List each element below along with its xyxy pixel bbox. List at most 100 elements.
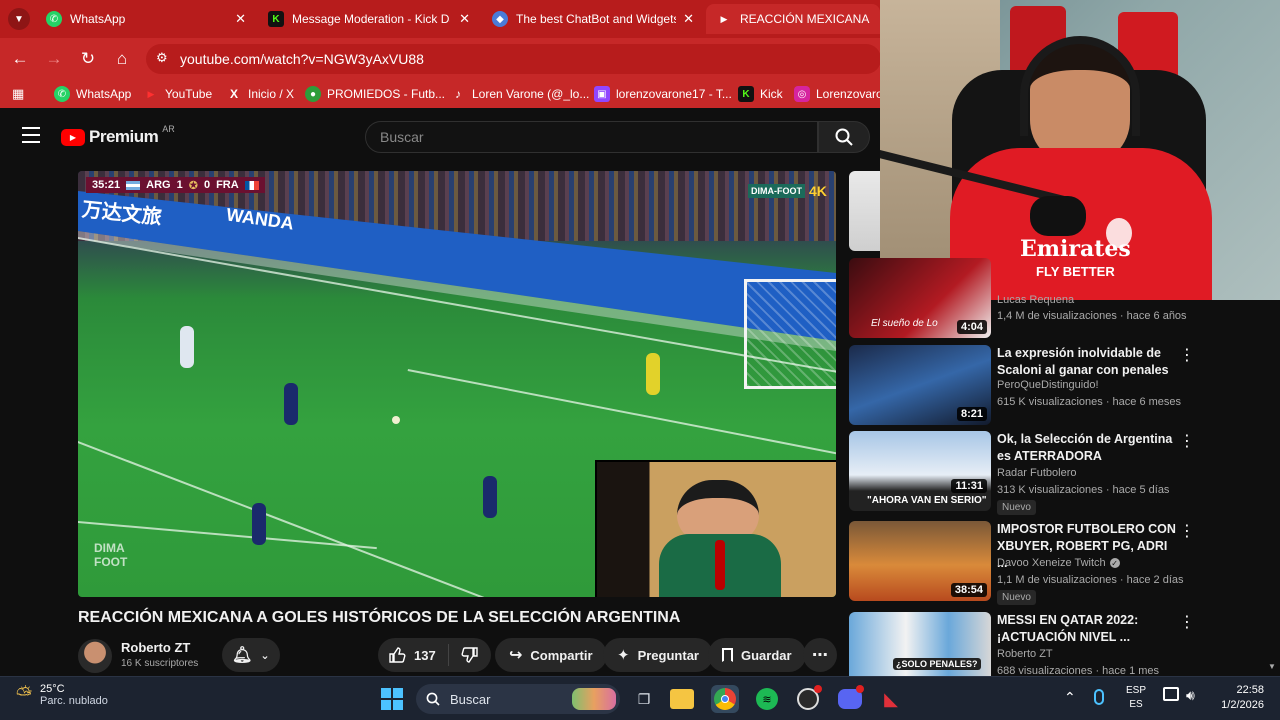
scroll-down-arrow-icon[interactable]: ▼	[1268, 662, 1276, 671]
search-button[interactable]	[818, 121, 870, 153]
video-thumbnail[interactable]: 8:21	[849, 345, 991, 425]
address-bar[interactable]: ⚙ youtube.com/watch?v=NGW3yAxVU88	[146, 44, 881, 74]
chrome-icon[interactable]	[711, 685, 739, 713]
chevron-up-icon[interactable]: ⌃	[1064, 689, 1076, 706]
video-title[interactable]: Ok, la Selección de Argentina es ATERRAD…	[997, 431, 1177, 465]
reactor-person	[677, 480, 759, 542]
close-icon[interactable]: ✕	[683, 11, 694, 27]
file-explorer-icon[interactable]	[670, 689, 694, 709]
channel-name[interactable]: Lucas Requena	[997, 294, 1074, 306]
more-actions-button[interactable]: ⋯	[803, 638, 837, 672]
more-options-icon[interactable]: ⋮	[1179, 431, 1195, 451]
recommendation-item[interactable]: El sueño de Lo 4:04 Lucas Requena 1,4 M …	[849, 258, 1269, 340]
home-icon[interactable]: ⌂	[110, 47, 134, 71]
recommendation-item[interactable]: 38:54 IMPOSTOR FUTBOLERO CON XBUYER, ROB…	[849, 521, 1269, 605]
obs-icon[interactable]	[794, 685, 822, 713]
channel-name[interactable]: Roberto ZT	[121, 640, 190, 655]
channel-name[interactable]: Davoo Xeneize Twitch ✓	[997, 557, 1120, 569]
recommendation-partial-thumb[interactable]	[849, 171, 880, 251]
bookmark-label: PROMIEDOS - Futb...	[327, 87, 446, 101]
more-options-icon[interactable]: ⋮	[1179, 521, 1195, 541]
taskbar-search[interactable]: Buscar	[416, 684, 620, 714]
tab-search-dropdown-icon[interactable]: ▼	[8, 8, 30, 30]
home-team: ARG	[146, 179, 171, 191]
video-title[interactable]: MESSI EN QATAR 2022: ¡ACTUACIÓN NIVEL ..…	[997, 612, 1177, 646]
task-view-icon[interactable]: ❐	[630, 685, 658, 713]
video-thumbnail[interactable]: "AHORA VAN EN SERIO" 11:31	[849, 431, 991, 511]
video-thumbnail[interactable]: El sueño de Lo 4:04	[849, 258, 991, 338]
video-thumbnail[interactable]: ¿SOLO PENALES?	[849, 612, 991, 676]
player-france	[252, 503, 266, 545]
bookmark-twitch[interactable]: ▣ lorenzovarone17 - T...	[594, 86, 732, 102]
language-indicator[interactable]: ESP ES	[1126, 684, 1146, 712]
close-icon[interactable]: ✕	[459, 11, 470, 27]
x-icon: X	[229, 87, 238, 101]
recommendation-item[interactable]: ¿SOLO PENALES? MESSI EN QATAR 2022: ¡ACT…	[849, 612, 1269, 676]
youtube-header: ▶ Premium AR Buscar	[0, 114, 880, 160]
channel-mark-text: DIMA-FOOT	[748, 184, 805, 198]
video-duration: 11:31	[951, 479, 987, 493]
like-button[interactable]: 137	[378, 644, 449, 666]
site-settings-icon[interactable]: ⚙	[156, 50, 168, 66]
tab-label: REACCIÓN MEXICANA A GO	[740, 12, 870, 26]
app-icon[interactable]: ◣	[877, 685, 905, 713]
video-title: REACCIÓN MEXICANA A GOLES HISTÓRICOS DE …	[78, 609, 681, 626]
video-meta: 688 visualizaciones · hace 1 mes	[997, 665, 1160, 676]
dislike-button[interactable]	[449, 646, 491, 664]
channel-name[interactable]: Roberto ZT	[997, 648, 1053, 660]
tab-kick-moderation[interactable]: K Message Moderation - Kick Da ✕	[258, 4, 478, 34]
tab-youtube-active[interactable]: ▶ REACCIÓN MEXICANA A GO	[706, 4, 880, 34]
player-goalkeeper	[646, 353, 660, 395]
tab-whatsapp[interactable]: ✆ WhatsApp ✕	[36, 4, 254, 34]
youtube-premium-logo[interactable]: ▶ Premium AR	[61, 124, 175, 147]
reload-icon[interactable]: ↻	[76, 47, 100, 71]
microphone-tray-icon[interactable]	[1094, 689, 1104, 705]
bookmark-kick[interactable]: K Kick	[738, 86, 783, 102]
notifications-button[interactable]: 🔔︎ ⌄	[222, 638, 280, 672]
hamburger-menu-icon[interactable]	[22, 127, 40, 143]
bookmark-x[interactable]: X Inicio / X	[226, 86, 294, 102]
more-options-icon[interactable]: ⋮	[1179, 612, 1195, 632]
close-icon[interactable]: ✕	[235, 11, 246, 27]
clock[interactable]: 22:58 1/2/2026	[1214, 683, 1264, 713]
channel-name[interactable]: Radar Futbolero	[997, 467, 1077, 479]
windows-start-icon[interactable]	[378, 685, 406, 713]
bookmark-promiedos[interactable]: ● PROMIEDOS - Futb...	[305, 86, 445, 102]
forward-arrow-icon[interactable]: →	[42, 47, 66, 71]
video-meta: 1,1 M de visualizaciones · hace 2 días	[997, 574, 1184, 586]
network-icon[interactable]	[1163, 687, 1179, 701]
discord-icon[interactable]	[836, 685, 864, 713]
save-button[interactable]: Guardar	[708, 638, 806, 672]
tab-chatbot[interactable]: ◆ The best ChatBot and Widgets ✕	[482, 4, 702, 34]
bookmark-instagram[interactable]: ◎ Lorenzovaron	[794, 86, 889, 102]
volume-icon[interactable]: 🔊︎	[1186, 687, 1195, 704]
video-duration: 38:54	[950, 583, 987, 597]
recommendation-item[interactable]: "AHORA VAN EN SERIO" 11:31 Ok, la Selecc…	[849, 431, 1269, 515]
kick-icon: K	[268, 11, 284, 27]
instagram-icon: ◎	[794, 86, 810, 102]
new-badge: Nuevo	[997, 500, 1036, 515]
kick-icon: K	[738, 86, 754, 102]
language-bottom: ES	[1129, 699, 1143, 710]
spotify-icon[interactable]: ≋	[753, 685, 781, 713]
video-player[interactable]: 万达文旅 WANDA 35:21 ARG 1 ✪ 0 FRA DIMA-FOOT…	[78, 171, 836, 597]
ask-button[interactable]: ✦ Preguntar	[603, 638, 713, 672]
search-input[interactable]: Buscar	[365, 121, 818, 153]
bookmark-youtube[interactable]: ▶ YouTube	[143, 86, 213, 102]
bookmark-whatsapp[interactable]: ✆ WhatsApp	[54, 86, 131, 102]
weather-widget[interactable]: ⛅︎ 25°C Parc. nublado	[16, 683, 108, 707]
video-thumbnail[interactable]: 38:54	[849, 521, 991, 601]
apps-grid-icon[interactable]: ▦	[12, 86, 24, 102]
back-arrow-icon[interactable]: ←	[8, 47, 32, 71]
video-title[interactable]: La expresión inolvidable de Scaloni al g…	[997, 345, 1177, 379]
channel-name[interactable]: PeroQueDistinguido!	[997, 379, 1099, 391]
home-score: 1	[176, 179, 183, 191]
share-button[interactable]: ↪ Compartir	[495, 638, 607, 672]
video-watermark: DIMA FOOT	[94, 541, 128, 569]
youtube-icon: ▶	[147, 88, 155, 99]
bookmark-tiktok[interactable]: ♪ Loren Varone (@_lo...	[450, 86, 589, 102]
recommendation-item[interactable]: 8:21 La expresión inolvidable de Scaloni…	[849, 345, 1269, 427]
channel-avatar[interactable]	[78, 639, 112, 673]
more-options-icon[interactable]: ⋮	[1179, 345, 1195, 365]
video-meta: 1,4 M de visualizaciones · hace 6 años	[997, 310, 1187, 322]
